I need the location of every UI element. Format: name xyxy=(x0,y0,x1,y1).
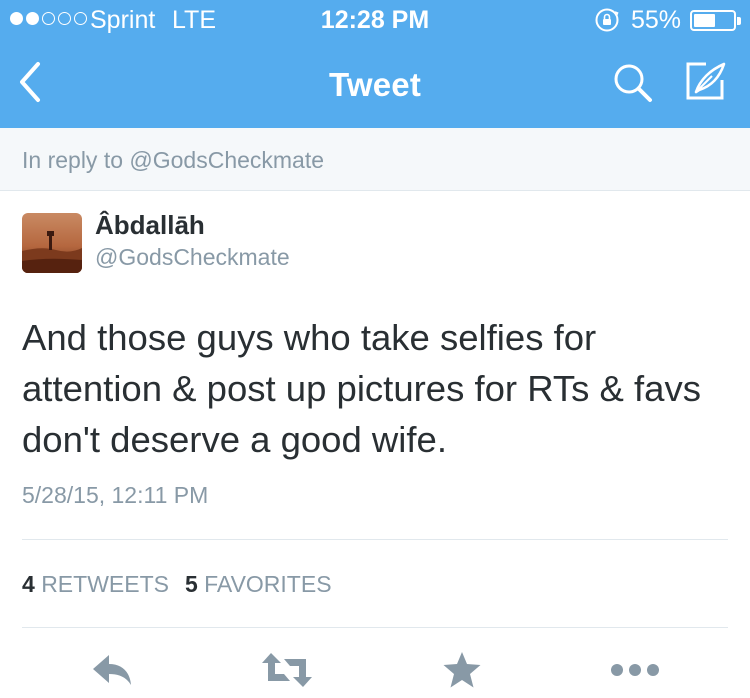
favorites-count: 5 xyxy=(184,571,198,597)
battery-fill xyxy=(694,14,715,27)
retweet-button[interactable] xyxy=(255,648,319,692)
avatar[interactable] xyxy=(22,213,82,273)
favorite-button[interactable] xyxy=(430,648,494,692)
favorites-label: FAVORITES xyxy=(204,571,332,597)
author-handle[interactable]: @GodsCheckmate xyxy=(95,244,290,271)
tweet-stats: 4 RETWEETS 5 FAVORITES xyxy=(22,571,332,598)
reply-button[interactable] xyxy=(80,648,144,692)
favorite-star-icon xyxy=(443,652,481,688)
battery-icon xyxy=(690,10,741,31)
author-name[interactable]: Âbdallāh xyxy=(95,210,205,241)
tweet-timestamp: 5/28/15, 12:11 PM xyxy=(22,482,209,508)
retweets-stat[interactable]: 4 RETWEETS xyxy=(22,571,169,598)
favorites-stat[interactable]: 5 FAVORITES xyxy=(185,571,332,598)
rotation-lock-icon xyxy=(595,8,619,32)
divider xyxy=(22,539,728,540)
battery-percentage: 55% xyxy=(631,6,682,34)
reply-context-text[interactable]: In reply to @GodsCheckmate xyxy=(22,147,324,174)
more-button[interactable] xyxy=(603,648,667,692)
retweets-label: RETWEETS xyxy=(41,571,169,597)
tweet-text: And those guys who take selfies for atte… xyxy=(22,317,701,460)
reply-context-bar[interactable]: In reply to @GodsCheckmate xyxy=(0,128,750,191)
retweet-icon xyxy=(262,653,312,687)
navigation-bar: Tweet xyxy=(0,40,750,128)
header: Sprint LTE 12:28 PM 55% Tweet xyxy=(0,0,750,128)
search-icon[interactable] xyxy=(610,60,656,106)
divider xyxy=(22,627,728,628)
more-icon xyxy=(611,664,659,676)
status-bar: Sprint LTE 12:28 PM 55% xyxy=(0,0,750,40)
compose-icon[interactable] xyxy=(682,58,728,104)
reply-icon xyxy=(93,655,131,685)
retweets-count: 4 xyxy=(22,571,35,597)
battery-tip xyxy=(737,17,741,25)
